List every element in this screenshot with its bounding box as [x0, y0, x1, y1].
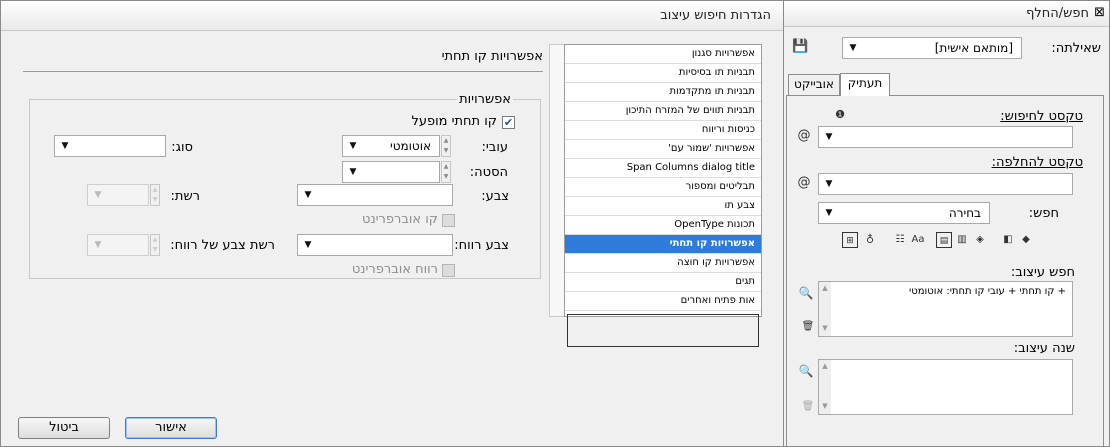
search-scope-select[interactable]: ▼ בחירה — [818, 202, 990, 224]
save-query-icon[interactable]: 💾 — [792, 39, 808, 54]
panel-titlebar: חפש/החלף ⊠ — [782, 1, 1109, 27]
include-footnotes-icon[interactable]: ▥ — [954, 232, 970, 248]
gap-tint-label: רשת צבע של רווח: — [170, 238, 275, 253]
clear-change-format-icon[interactable]: 🗑 — [800, 399, 816, 415]
category-item[interactable]: תבליטים ומספור — [565, 178, 761, 197]
change-format-label: שנה עיצוב: — [1013, 341, 1075, 356]
find-format-text: + קו תחתי + עובי קו תחתי: אוטומטי — [909, 286, 1066, 297]
change-format-box[interactable]: ▲ ▼ — [818, 359, 1073, 415]
gap-tint-select[interactable]: ▼ — [87, 234, 149, 256]
chevron-down-icon: ▼ — [349, 167, 357, 177]
category-item[interactable]: צבע תו — [565, 197, 761, 216]
chevron-down-icon: ▼ — [349, 141, 357, 151]
gap-tint-stepper[interactable]: ▲ ▼ — [150, 234, 160, 256]
find-what-label: טקסט לחיפוש: — [1000, 109, 1083, 124]
search-options-toolbar: ⊞ ♁ ☷ Aa ▤ ▥ ◈ ◧ ◆ — [842, 232, 1052, 250]
change-to-label: טקסט להחלפה: — [991, 155, 1083, 170]
weight-select[interactable]: ▼ אוטומטי — [342, 135, 440, 157]
chevron-down-icon: ▼ — [304, 240, 312, 250]
ok-button[interactable]: אישור — [125, 417, 217, 439]
chevron-down-icon: ▼ — [849, 43, 857, 53]
find-format-scrollbar[interactable]: ▲ ▼ — [819, 282, 831, 336]
category-item-selected[interactable]: אפשרויות קו תחתי — [565, 235, 761, 254]
category-item[interactable]: Span Columns dialog title — [565, 159, 761, 178]
category-item[interactable]: תכונות OpenType — [565, 216, 761, 235]
find-format-box[interactable]: ▲ ▼ + קו תחתי + עובי קו תחתי: אוטומטי — [818, 281, 1073, 337]
gap-color-select[interactable]: ▼ — [297, 234, 453, 256]
offset-label: הסטה: — [469, 165, 508, 180]
panel-title: חפש/החלף — [1026, 6, 1089, 21]
specify-find-format-icon[interactable]: 🔍 — [798, 285, 814, 301]
category-item[interactable]: אות פתיח ואחרים — [565, 292, 761, 311]
tint-label: רשת: — [170, 189, 200, 204]
query-label: שאילתה: — [1051, 41, 1101, 56]
include-hidden-layers-icon[interactable]: ☷ — [892, 232, 908, 248]
chevron-down-icon: ▼ — [94, 240, 102, 250]
whole-word-icon[interactable]: ◈ — [972, 232, 988, 248]
chevron-down-icon: ▼ — [825, 208, 833, 218]
tab-object[interactable]: אובייקט — [788, 74, 840, 95]
category-item[interactable]: אפשרויות קו חוצה — [565, 254, 761, 273]
include-locked-layers-icon[interactable]: ⊞ — [842, 232, 858, 248]
special-chars-change-icon[interactable]: @ — [796, 175, 812, 191]
chevron-down-icon: ▼ — [94, 190, 102, 200]
search-label: חפש: — [1028, 206, 1059, 221]
underline-on-label: קו תחתי מופעל — [411, 114, 497, 129]
clear-find-format-icon[interactable]: 🗑 — [800, 319, 816, 335]
category-item[interactable]: תבניות תו בסיסיות — [565, 64, 761, 83]
type-label: סוג: — [171, 140, 193, 155]
query-select[interactable]: ▼ [מותאם אישית] — [842, 37, 1022, 59]
category-list-frame — [549, 44, 564, 317]
include-master-pages-icon[interactable]: ▤ — [936, 232, 952, 248]
panel-close-icon[interactable]: ⊠ — [1094, 5, 1105, 20]
options-group-label: אפשרויות — [457, 92, 513, 107]
underline-on-checkbox[interactable]: ✔ — [502, 116, 515, 129]
tint-stepper[interactable]: ▲ ▼ — [150, 184, 160, 206]
chevron-down-icon: ▼ — [825, 179, 833, 189]
find-what-input[interactable]: ▼ — [818, 126, 1073, 148]
category-item[interactable]: תבניות תווים של המזרח התיכון — [565, 102, 761, 121]
lock-layers-icon[interactable]: ◆ — [1018, 232, 1034, 248]
category-item[interactable]: כניסות וריווח — [565, 121, 761, 140]
special-chars-find-icon[interactable]: @ — [796, 128, 812, 144]
weight-stepper[interactable]: ▲ ▼ — [441, 135, 451, 157]
section-divider — [23, 71, 543, 72]
lock-icon[interactable]: ◧ — [1000, 232, 1016, 248]
type-select[interactable]: ▼ — [54, 135, 166, 157]
dialog-titlebar: הגדרות חיפוש עיצוב — [1, 1, 783, 31]
weight-label: עובי: — [481, 140, 508, 155]
offset-stepper[interactable]: ▲ ▼ — [441, 161, 451, 183]
change-format-scrollbar[interactable]: ▲ ▼ — [819, 360, 831, 414]
cancel-button[interactable]: ביטול — [18, 417, 110, 439]
section-title: אפשרויות קו תחתי — [441, 49, 543, 64]
chevron-down-icon: ▼ — [61, 141, 69, 151]
category-item[interactable]: אפשרויות סגנון — [565, 45, 761, 64]
dialog-title: הגדרות חיפוש עיצוב — [660, 8, 771, 23]
find-change-panel: חפש/החלף ⊠ 💾 ▼ [מותאם אישית] שאילתה: תעת… — [781, 0, 1110, 447]
category-item[interactable]: אפשרויות 'שמור עם' — [565, 140, 761, 159]
color-select[interactable]: ▼ — [297, 184, 453, 206]
overprint-gap-checkbox[interactable] — [442, 264, 455, 277]
category-preview-box — [567, 314, 759, 347]
specify-change-format-icon[interactable]: 🔍 — [798, 363, 814, 379]
color-label: צבע: — [481, 189, 509, 204]
find-format-label: חפש עיצוב: — [1010, 265, 1075, 280]
overprint-gap-label: רווח אוברפרינט — [351, 262, 438, 277]
overprint-stroke-label: קו אוברפרינט — [362, 212, 438, 227]
offset-select[interactable]: ▼ — [342, 161, 440, 183]
tab-text[interactable]: תעתיק — [840, 73, 890, 96]
category-item[interactable]: תבניות תו מתקדמות — [565, 83, 761, 102]
overprint-stroke-checkbox[interactable] — [442, 214, 455, 227]
chevron-down-icon: ▼ — [825, 132, 833, 142]
category-list[interactable]: אפשרויות סגנון תבניות תו בסיסיות תבניות … — [564, 44, 762, 347]
chevron-down-icon: ▼ — [304, 190, 312, 200]
info-icon[interactable]: ❶ — [832, 107, 848, 123]
include-locked-stories-icon[interactable]: ♁ — [862, 232, 878, 248]
case-sensitive-icon[interactable]: Aa — [910, 232, 926, 248]
gap-color-label: צבע רווח: — [454, 238, 509, 253]
category-item[interactable]: תגים — [565, 273, 761, 292]
find-format-settings-dialog: הגדרות חיפוש עיצוב אפשרויות סגנון תבניות… — [0, 0, 784, 447]
tint-select[interactable]: ▼ — [87, 184, 149, 206]
change-to-input[interactable]: ▼ — [818, 173, 1073, 195]
